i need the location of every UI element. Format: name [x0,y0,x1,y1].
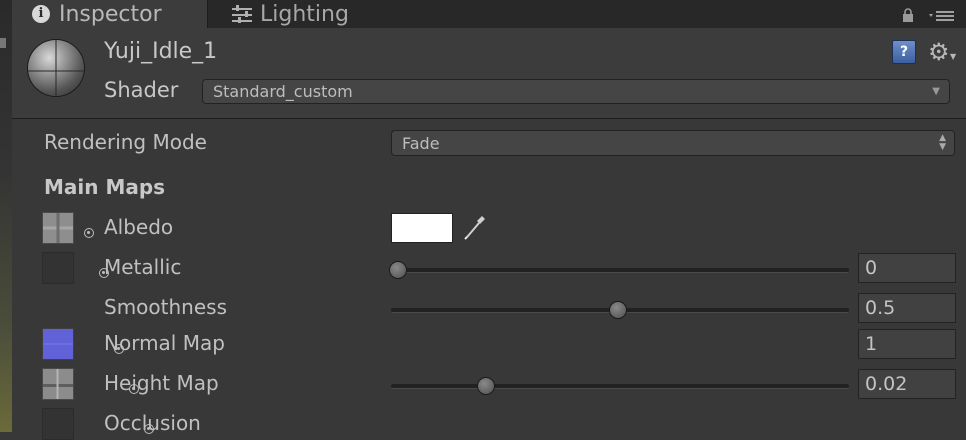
info-icon: i [32,5,50,23]
up-down-arrows-icon: ▲ ▼ [939,133,946,152]
metallic-value: 0 [865,257,878,279]
albedo-label: Albedo [104,215,174,239]
normal-map-label: Normal Map [104,331,225,355]
height-map-slider-track[interactable] [391,384,849,389]
panel-menu-icon[interactable] [928,9,958,23]
albedo-texture-slot[interactable] [42,212,74,244]
lighting-sliders-icon [232,5,252,23]
metallic-slider-track[interactable] [391,268,849,273]
occlusion-label: Occlusion [104,411,201,435]
eyedropper-icon[interactable] [462,212,488,242]
help-book-icon[interactable]: ? [892,40,916,64]
material-preview-sphere [28,40,84,96]
chevron-down-icon: ▼ [932,86,940,97]
lock-icon[interactable] [902,8,914,22]
left-panel-edge [0,0,12,432]
metallic-texture-slot[interactable] [42,252,74,284]
albedo-color-swatch[interactable] [391,213,453,243]
object-picker-icon[interactable] [84,228,94,238]
height-map-label: Height Map [104,371,219,395]
shader-label: Shader [104,78,179,102]
normal-map-texture-slot[interactable] [42,328,74,360]
main-maps-heading: Main Maps [44,175,166,199]
normal-map-scale-value: 1 [865,333,878,355]
smoothness-label: Smoothness [104,295,227,319]
rendering-mode-dropdown[interactable]: Fade ▲ ▼ [391,130,955,156]
rendering-mode-label: Rendering Mode [44,130,207,154]
height-map-value: 0.02 [865,373,908,395]
metallic-slider-knob[interactable] [389,261,407,279]
height-map-slider-knob[interactable] [477,377,495,395]
rendering-mode-value: Fade [402,133,440,153]
panel-edge-marker [0,38,6,48]
smoothness-slider-knob[interactable] [609,301,627,319]
shader-dropdown-value: Standard_custom [213,82,353,101]
tab-inspector[interactable]: i Inspector [12,0,208,28]
smoothness-value-field[interactable]: 0.5 [858,293,956,323]
tab-lighting-label: Lighting [260,1,349,27]
gear-caret-icon: ▼ [950,52,957,61]
metallic-label: Metallic [104,255,182,279]
metallic-value-field[interactable]: 0 [858,253,956,283]
tab-inspector-label: Inspector [59,1,162,27]
occlusion-texture-slot[interactable] [42,408,74,440]
normal-map-scale-field[interactable]: 1 [858,329,956,359]
height-map-value-field[interactable]: 0.02 [858,369,956,399]
smoothness-value: 0.5 [865,297,896,319]
tab-lighting[interactable]: Lighting [210,0,349,28]
height-map-texture-slot[interactable] [42,368,74,400]
shader-dropdown[interactable]: Standard_custom ▼ [202,79,950,104]
gear-icon[interactable]: ⚙ [928,38,950,66]
material-name: Yuji_Idle_1 [104,39,218,64]
